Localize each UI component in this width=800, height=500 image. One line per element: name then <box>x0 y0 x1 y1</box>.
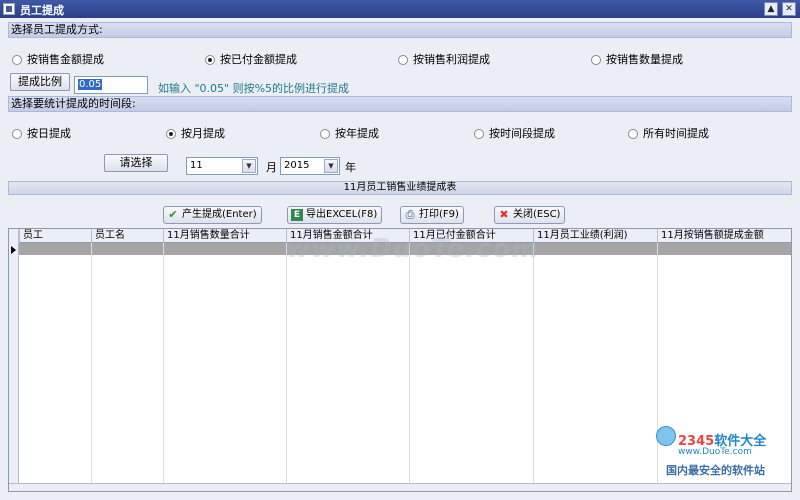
period-section-header: 选择要统计提成的时间段: <box>8 96 792 112</box>
chevron-down-icon[interactable]: ▼ <box>242 159 256 173</box>
radio-dot-checked <box>205 55 215 65</box>
commission-ratio-input[interactable]: 0.05 <box>74 76 148 94</box>
radio-dot <box>628 129 638 139</box>
method-section-header: 选择员工提成方式: <box>8 22 792 38</box>
chevron-down-icon[interactable]: ▼ <box>324 159 338 173</box>
site-logo: 2345软件大全 www.DuoTe.com 国内最安全的软件站 <box>654 420 800 480</box>
ratio-hint: 如输入 "0.05" 则按%5的比例进行提成 <box>158 82 350 95</box>
col-header-commission[interactable]: 11月按销售额提成金额 <box>657 229 791 243</box>
logo-url: www.DuoTe.com <box>678 447 752 457</box>
app-icon <box>3 3 15 15</box>
report-title: 11月员工销售业绩提成表 <box>8 181 792 195</box>
radio-dot <box>12 55 22 65</box>
radio-dot <box>320 129 330 139</box>
column-divider <box>286 243 287 491</box>
watermark: www.DuoTe.com <box>286 234 540 264</box>
printer-icon: ⎙ <box>405 208 415 221</box>
commission-ratio-button[interactable]: 提成比例 <box>10 73 70 91</box>
excel-icon: E <box>291 209 303 221</box>
radio-dot <box>398 55 408 65</box>
close-window-button[interactable]: ✕ <box>782 2 796 16</box>
logo-slogan: 国内最安全的软件站 <box>666 464 765 477</box>
choose-button[interactable]: 请选择 <box>104 154 168 172</box>
pin-button[interactable]: ▲ <box>764 2 778 16</box>
radio-dot <box>474 129 484 139</box>
export-excel-button[interactable]: E 导出EXCEL(F8) <box>287 206 383 224</box>
column-divider <box>163 243 164 491</box>
radio-dot-checked <box>166 129 176 139</box>
month-select[interactable]: 11 ▼ <box>186 157 258 175</box>
year-unit-label: 年 <box>345 161 356 174</box>
grid-footer <box>9 483 791 491</box>
column-divider <box>409 243 410 491</box>
close-button[interactable]: ✖ 关闭(ESC) <box>494 206 566 224</box>
check-icon: ✔ <box>168 208 178 221</box>
mascot-icon <box>656 426 676 446</box>
generate-commission-button[interactable]: ✔ 产生提成(Enter) <box>163 206 262 224</box>
col-header-employee-name[interactable]: 员工名 <box>91 229 163 243</box>
col-header-sales-quantity[interactable]: 11月销售数量合计 <box>163 229 286 243</box>
radio-dot <box>591 55 601 65</box>
month-unit-label: 月 <box>266 161 277 174</box>
radio-dot <box>12 129 22 139</box>
col-header-employee[interactable]: 员工 <box>19 229 91 243</box>
window-titlebar: 员工提成 ▲ ✕ <box>0 0 800 18</box>
window-title: 员工提成 <box>20 4 64 17</box>
year-select[interactable]: 2015 ▼ <box>280 157 340 175</box>
row-indicator-column <box>9 229 19 491</box>
column-divider <box>91 243 92 491</box>
close-icon: ✖ <box>499 208 509 221</box>
col-header-profit[interactable]: 11月员工业绩(利润) <box>533 229 657 243</box>
current-row-arrow-icon <box>11 246 16 254</box>
print-button[interactable]: ⎙ 打印(F9) <box>400 206 464 224</box>
column-divider <box>533 243 534 491</box>
